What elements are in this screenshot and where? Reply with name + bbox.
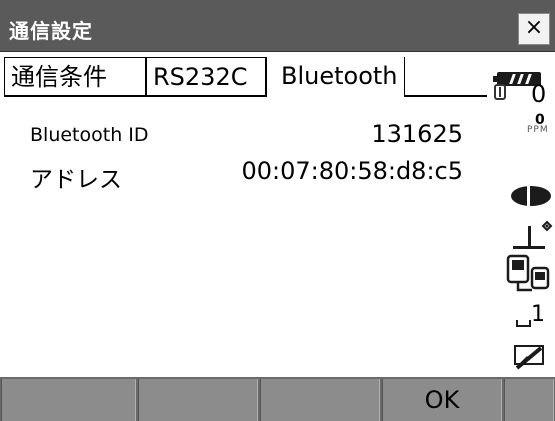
address-value: 00:07:80:58:d8:c5 [241,157,463,185]
bluetooth-id-label: Bluetooth ID [30,124,149,146]
ok-button-label: OK [424,386,460,414]
close-button[interactable]: × [518,13,550,45]
softkey-3[interactable] [260,379,380,421]
pen-input-icon[interactable] [511,342,551,372]
ppm-unit-label: PPM [527,125,549,135]
mode-value: 1 [531,302,545,327]
tab-label: RS232C [153,63,248,91]
softkey-1[interactable] [1,379,136,421]
tab-rs232c[interactable]: RS232C [146,57,266,97]
ppm-correction-icon [494,84,506,100]
prism-target-icon[interactable] [509,184,555,208]
softkey-5[interactable] [504,379,554,421]
laser-plummet-icon[interactable] [511,218,555,254]
input-mode-indicator[interactable]: 1 [514,302,554,332]
bluetooth-id-value: 131625 [371,120,463,148]
close-icon: × [524,15,544,40]
status-column: 0 0 PPM 1 [487,52,555,377]
address-label: アドレス [30,167,122,193]
window-title: 通信設定 [9,19,93,43]
ok-button[interactable]: OK [382,379,502,421]
tab-communication-conditions[interactable]: 通信条件 [4,57,146,97]
communication-settings-window: 通信設定 × 通信条件 RS232C Bluetooth Bluetooth I… [0,0,555,421]
tab-bluetooth[interactable]: Bluetooth [266,57,405,97]
bluetooth-connection-icon[interactable] [505,254,553,294]
tab-label: 通信条件 [11,63,107,91]
title-bar: 通信設定 × [0,0,555,52]
ppm-value-large: 0 [531,80,547,108]
tab-strip-line [405,95,487,97]
tab-label: Bluetooth [281,62,398,90]
softkey-2[interactable] [138,379,258,421]
